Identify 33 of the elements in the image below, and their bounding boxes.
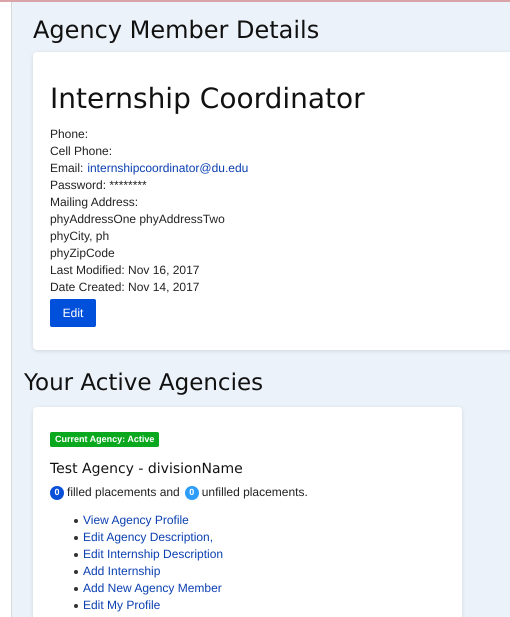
detail-text: Mailing Address: xyxy=(50,194,138,211)
bullet-icon xyxy=(74,552,78,556)
bullet-icon xyxy=(74,518,78,522)
count-badge: 0 xyxy=(184,486,199,500)
section-heading: Agency Member Details xyxy=(33,16,320,44)
agency-link[interactable]: View Agency Profile xyxy=(83,512,189,529)
detail-text: Password: ******** xyxy=(50,177,147,194)
detail-label: Email: xyxy=(50,160,84,177)
edit-button[interactable]: Edit xyxy=(50,299,96,327)
bullet-icon xyxy=(74,536,78,540)
detail-text: Last Modified: Nov 16, 2017 xyxy=(50,262,200,279)
agency-link[interactable]: Edit My Profile xyxy=(83,597,160,614)
detail-text: Cell Phone: xyxy=(50,143,112,160)
bullet-icon xyxy=(74,604,78,608)
detail-text: Phone: xyxy=(50,126,88,143)
agency-link[interactable]: Edit Agency Description, xyxy=(83,529,214,546)
status-badge: Current Agency: Active xyxy=(50,432,160,447)
bullet-icon xyxy=(74,586,78,590)
member-name: Internship Coordinator xyxy=(50,82,366,116)
agency-link[interactable]: Add New Agency Member xyxy=(83,580,222,597)
detail-text: Date Created: Nov 14, 2017 xyxy=(50,279,200,296)
email-link[interactable]: internshipcoordinator@du.edu xyxy=(87,160,248,177)
agency-name: Test Agency - divisionName xyxy=(50,460,244,479)
agency-link[interactable]: Edit Internship Description xyxy=(83,546,224,563)
detail-text: phyCity, ph xyxy=(50,228,110,245)
agency-link[interactable]: Add Internship xyxy=(83,563,160,580)
placement-text: filled placements and xyxy=(67,484,180,501)
detail-text: phyZipCode xyxy=(50,245,115,262)
detail-text: phyAddressOne phyAddressTwo xyxy=(50,211,225,228)
bullet-icon xyxy=(74,570,78,574)
section-heading: Your Active Agencies xyxy=(24,369,264,397)
count-badge: 0 xyxy=(50,486,64,500)
placement-text: unfilled placements. xyxy=(202,484,308,501)
